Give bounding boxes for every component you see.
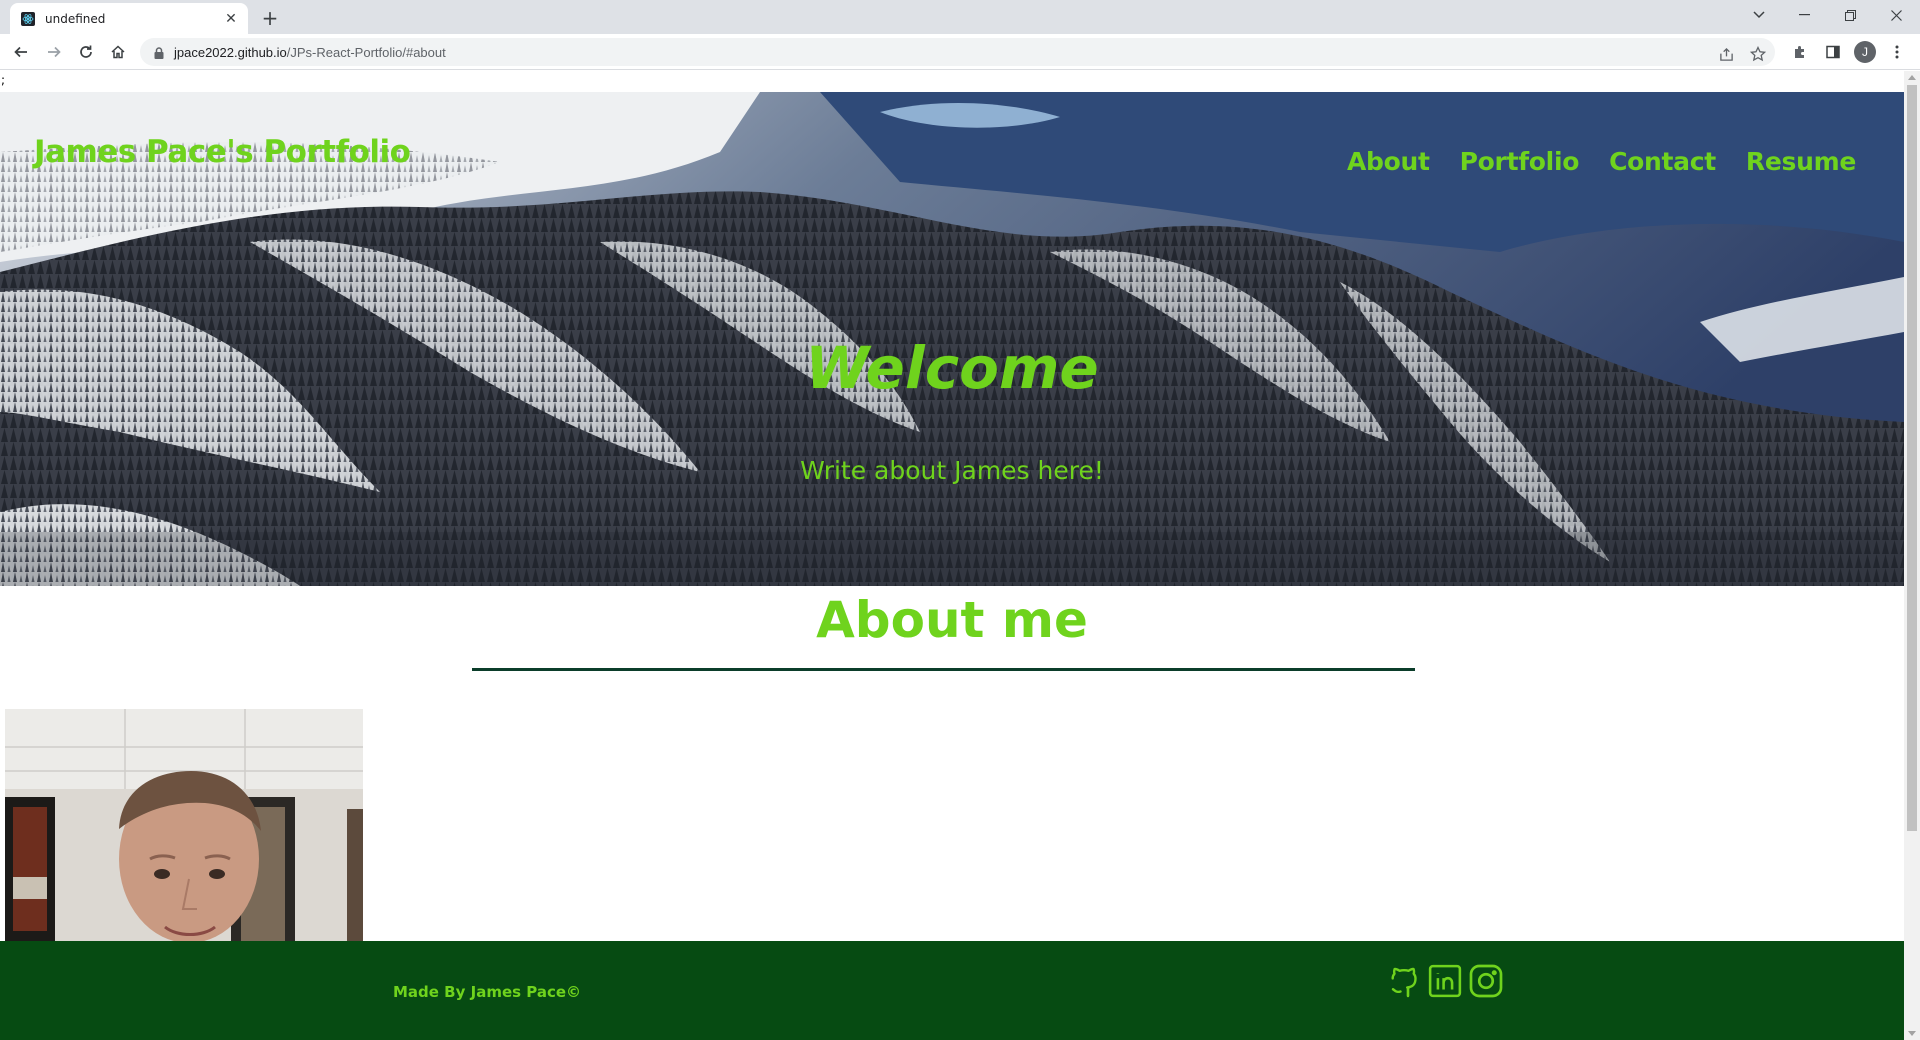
hero-subtext: Write about James here! <box>800 456 1104 485</box>
tab-close-icon[interactable]: ✕ <box>222 10 240 28</box>
url-text: jpace2022.github.io/JPs-React-Portfolio/… <box>174 44 446 60</box>
home-button[interactable] <box>104 38 132 66</box>
hero-banner: James Pace's Portfolio About Portfolio C… <box>0 92 1904 586</box>
github-icon[interactable] <box>1386 961 1424 1001</box>
hero-heading: Welcome <box>805 334 1099 402</box>
address-bar[interactable]: jpace2022.github.io/JPs-React-Portfolio/… <box>140 38 1775 66</box>
nav-about[interactable]: About <box>1347 147 1430 176</box>
browser-toolbar: jpace2022.github.io/JPs-React-Portfolio/… <box>0 34 1920 70</box>
linkedin-icon[interactable] <box>1426 961 1464 1001</box>
stray-text: ; <box>1 73 6 87</box>
new-tab-button[interactable]: + <box>258 6 282 30</box>
about-heading: About me <box>816 591 1088 649</box>
nav-portfolio[interactable]: Portfolio <box>1460 147 1580 176</box>
lock-icon[interactable] <box>152 45 166 59</box>
reload-button[interactable] <box>72 38 100 66</box>
bookmark-star-icon[interactable] <box>1747 43 1769 65</box>
page-scrollbar[interactable] <box>1904 71 1920 1040</box>
nav-contact[interactable]: Contact <box>1609 147 1716 176</box>
extensions-puzzle-icon[interactable] <box>1786 38 1814 66</box>
scrollbar-thumb[interactable] <box>1907 85 1917 831</box>
site-footer: Made By James Pace© <box>0 941 1904 1040</box>
main-nav: About Portfolio Contact Resume <box>1347 147 1856 176</box>
browser-tab-strip: undefined ✕ + <box>0 0 1920 34</box>
page-viewport: ; James Pace's Portfolio About Portfolio… <box>0 71 1904 1040</box>
footer-credit: Made By James Pace© <box>393 983 582 1001</box>
close-window-button[interactable] <box>1873 0 1919 30</box>
side-panel-icon[interactable] <box>1819 38 1847 66</box>
site-title[interactable]: James Pace's Portfolio <box>34 134 411 170</box>
profile-photo <box>5 709 363 941</box>
nav-resume[interactable]: Resume <box>1746 147 1856 176</box>
forward-button[interactable] <box>40 38 68 66</box>
scroll-down-arrow-icon[interactable] <box>1908 1031 1916 1036</box>
tab-title: undefined <box>45 11 106 26</box>
share-icon[interactable] <box>1715 43 1737 65</box>
react-favicon-icon <box>21 11 35 26</box>
tab-search-icon[interactable] <box>1736 0 1782 30</box>
profile-avatar: J <box>1854 41 1876 63</box>
browser-menu-icon[interactable] <box>1883 38 1911 66</box>
instagram-icon[interactable] <box>1467 961 1505 1001</box>
profile-button[interactable]: J <box>1851 38 1879 66</box>
minimize-button[interactable] <box>1781 0 1827 30</box>
scroll-up-arrow-icon[interactable] <box>1908 75 1916 80</box>
back-button[interactable] <box>7 38 35 66</box>
browser-tab[interactable]: undefined ✕ <box>10 3 248 34</box>
section-divider <box>472 668 1415 671</box>
restore-button[interactable] <box>1827 0 1873 30</box>
